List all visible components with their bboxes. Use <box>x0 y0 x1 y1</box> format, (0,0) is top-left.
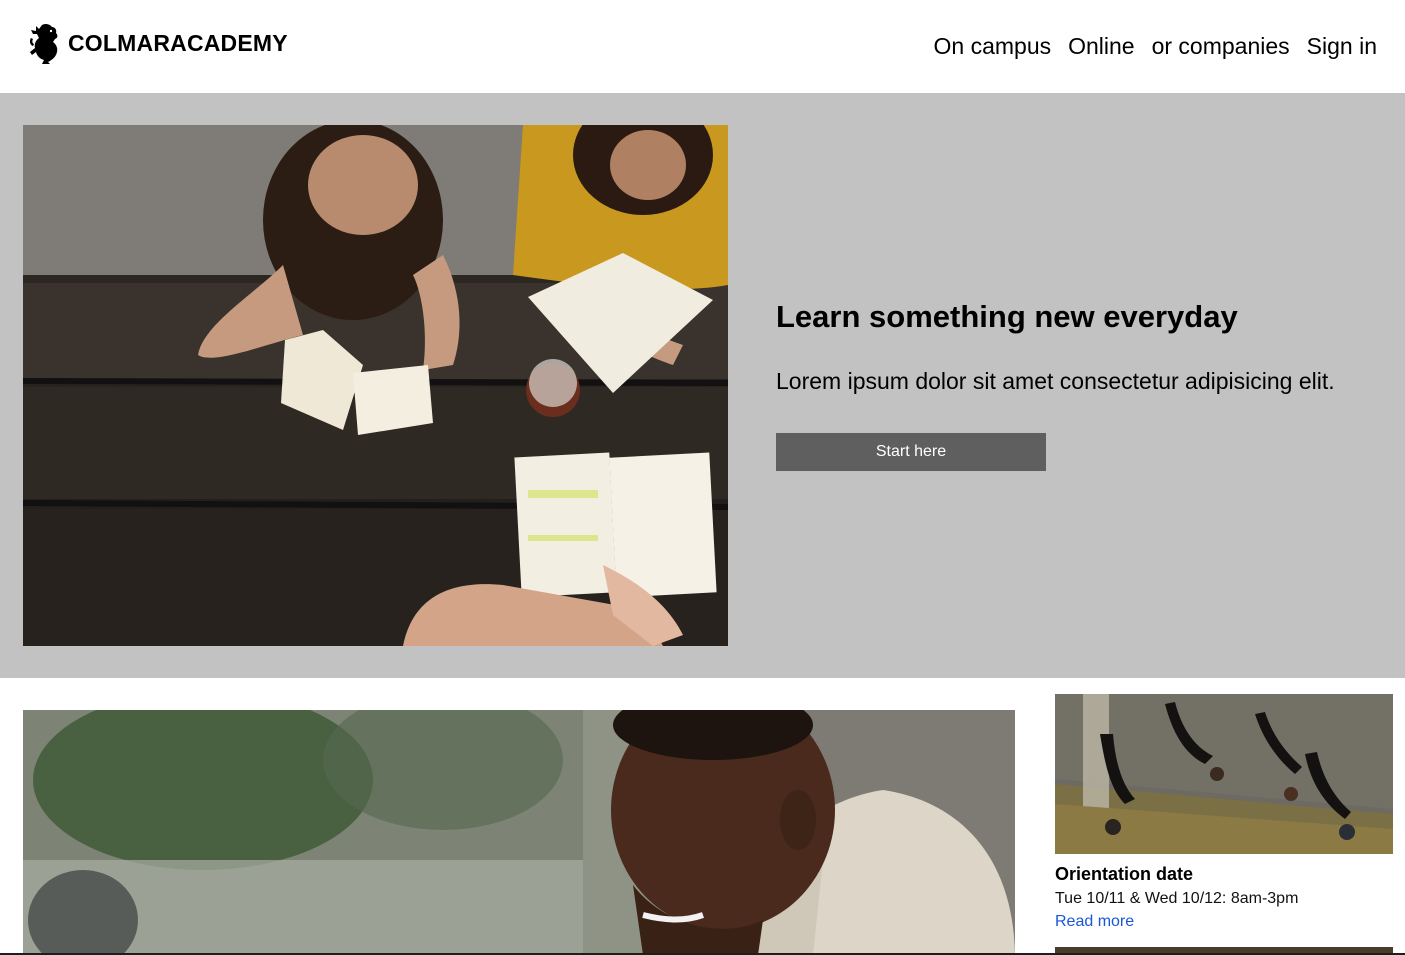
students-studying-illustration <box>23 125 728 646</box>
nav-online[interactable]: Online <box>1068 31 1134 61</box>
event-date: Tue 10/11 & Wed 10/12: 8am-3pm <box>1055 890 1299 907</box>
hero-text: Learn something new everyday Lorem ipsum… <box>776 298 1386 471</box>
start-here-button[interactable]: Start here <box>776 433 1046 471</box>
site-header: COLMARACADEMY On campus Online or compan… <box>0 0 1405 93</box>
event-card-image <box>1055 694 1393 854</box>
nav-sign-in[interactable]: Sign in <box>1307 31 1377 61</box>
event-card: Orientation date Tue 10/11 & Wed 10/12: … <box>1055 694 1393 932</box>
feature-image <box>23 710 1015 955</box>
brand-logo-link[interactable]: COLMARACADEMY <box>28 22 288 64</box>
hero-title: Learn something new everyday <box>776 299 1238 334</box>
nav-on-campus[interactable]: On campus <box>934 31 1052 61</box>
smiling-man-illustration <box>23 710 1015 955</box>
event-title: Orientation date <box>1055 864 1194 884</box>
read-more-link[interactable]: Read more <box>1055 912 1134 932</box>
aerial-walkers-illustration <box>1055 694 1393 854</box>
lion-rampant-icon <box>29 23 58 64</box>
brand-name: COLMARACADEMY <box>68 29 288 56</box>
hero-subtitle: Lorem ipsum dolor sit amet consectetur a… <box>776 368 1335 394</box>
nav-for-companies[interactable]: or companies <box>1152 31 1290 61</box>
hero-section: Learn something new everyday Lorem ipsum… <box>0 93 1405 678</box>
main-nav: On campus Online or companies Sign in <box>917 31 1378 61</box>
hero-image <box>23 125 728 646</box>
